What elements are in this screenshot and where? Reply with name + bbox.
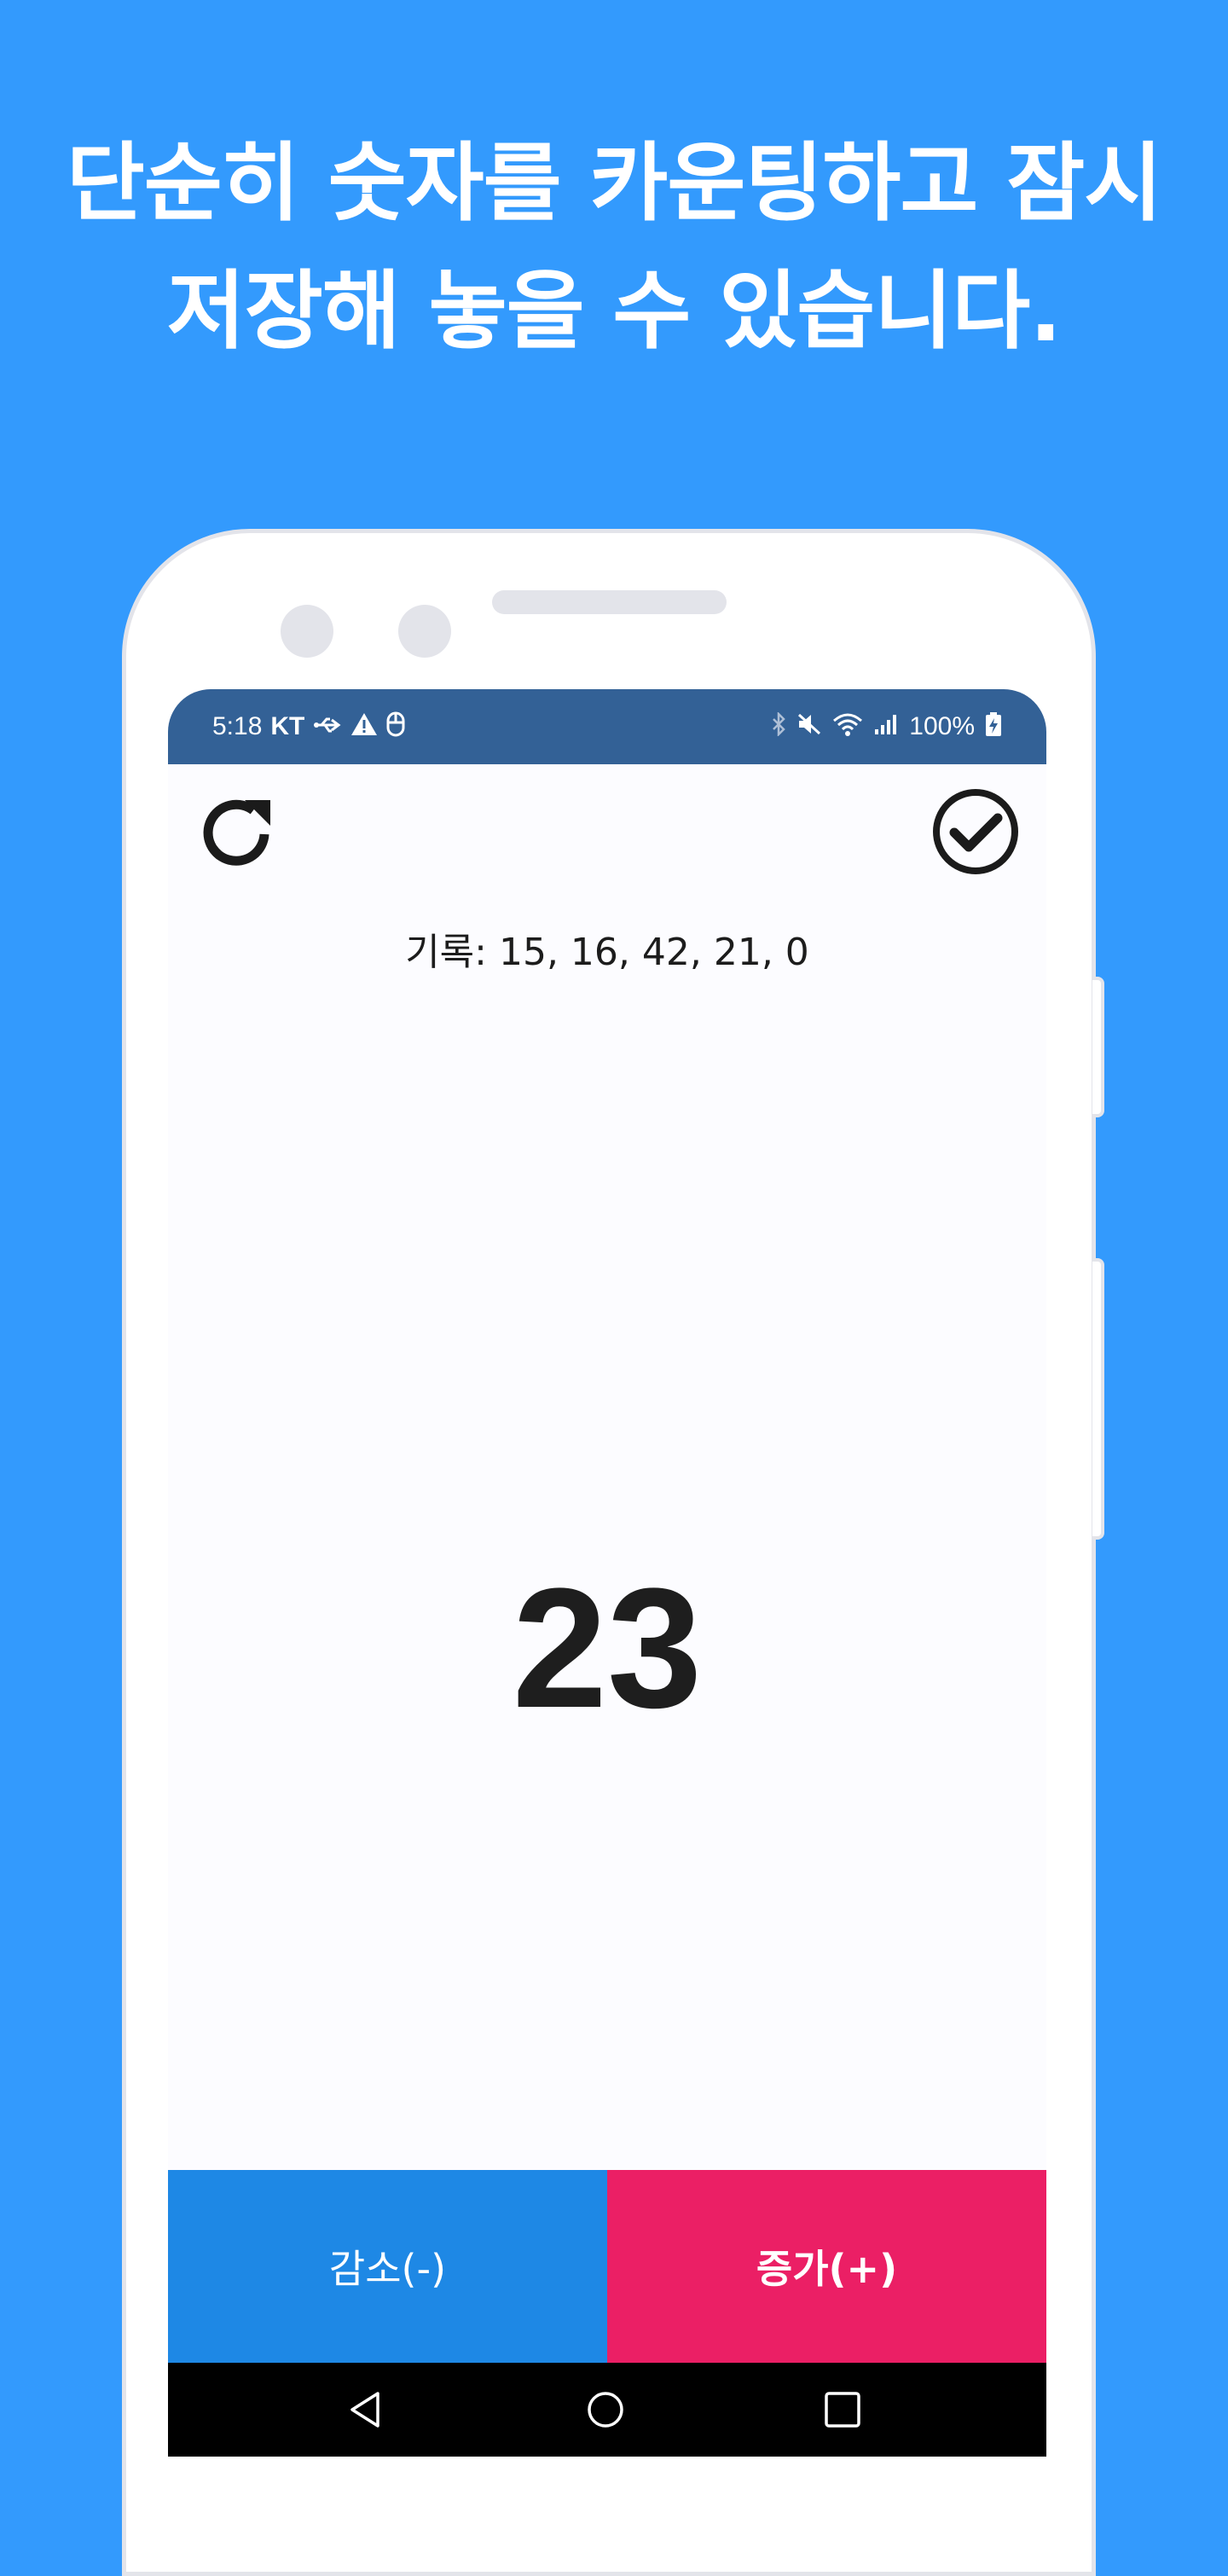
battery-charging-icon [985,711,1002,743]
decrease-button[interactable]: 감소(-) [168,2170,607,2363]
phone-camera [281,605,333,658]
battery-percent: 100% [909,712,975,740]
phone-volume-button [1092,977,1104,1117]
mouse-icon [386,711,405,743]
signal-icon [873,712,899,742]
increase-label: 증가(+) [756,2246,898,2292]
home-icon[interactable] [582,2387,628,2433]
headline-line-2: 저장해 놓을 수 있습니다. [166,261,1062,361]
warning-icon [350,712,378,742]
promo-headline: 단순히 숫자를 카운팅하고 잠시 저장해 놓을 수 있습니다. [0,119,1228,375]
check-circle-icon[interactable] [930,786,1021,877]
navigation-bar [168,2363,1046,2457]
headline-line-1: 단순히 숫자를 카운팅하고 잠시 [66,133,1162,233]
phone-power-button [1092,1258,1104,1540]
app-screen: 5:18 KT 100% 기록: 15, 16, 42, 21, 0 23 감소… [168,689,1046,2457]
mute-icon [796,712,822,742]
increase-button[interactable]: 증가(+) [607,2170,1046,2363]
history-record: 기록: 15, 16, 42, 21, 0 [168,921,1046,976]
recents-icon[interactable] [820,2387,866,2433]
wifi-icon [832,712,863,742]
decrease-label: 감소(-) [328,2246,447,2292]
counter-value: 23 [512,1553,703,1743]
phone-sensor [398,605,451,658]
status-bar: 5:18 KT 100% [168,689,1046,764]
history-text: 기록: 15, 16, 42, 21, 0 [405,931,809,974]
back-icon[interactable] [344,2387,390,2433]
status-time: 5:18 [212,712,263,740]
bluetooth-icon [771,711,786,742]
phone-speaker [492,590,727,614]
refresh-icon[interactable] [197,792,275,870]
usb-icon [313,713,342,740]
status-carrier: KT [270,712,305,740]
